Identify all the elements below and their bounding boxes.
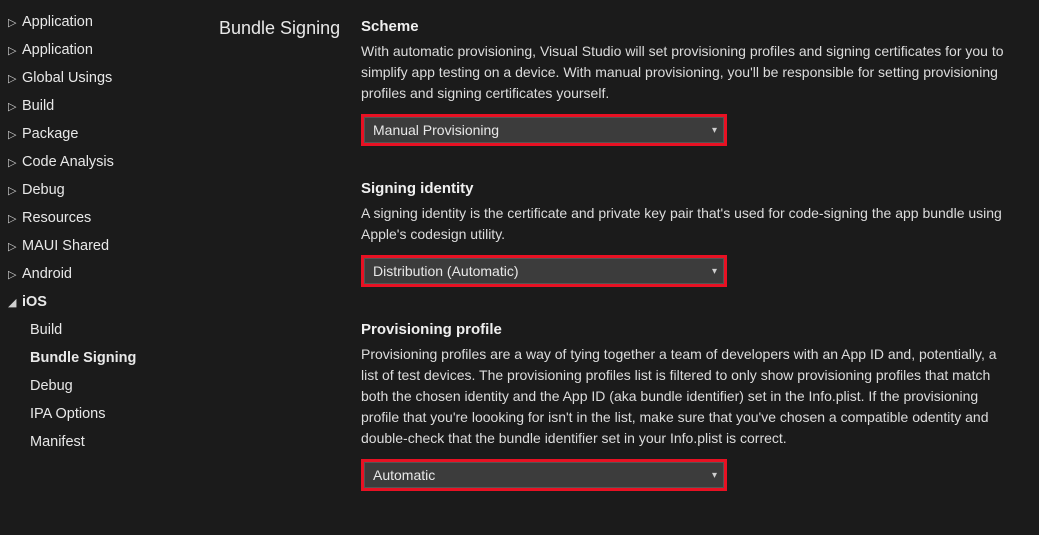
chevron-right-icon: ▷ xyxy=(8,100,22,113)
sidebar-item-resources[interactable]: ▷ Resources xyxy=(0,204,205,232)
sidebar: ▷ Application ▷ Application ▷ Global Usi… xyxy=(0,0,205,535)
profile-field-group: Provisioning profile Provisioning profil… xyxy=(361,321,1009,491)
sidebar-item-label: Code Analysis xyxy=(22,154,114,170)
sidebar-item-label: Debug xyxy=(22,182,65,198)
scheme-select-value: Manual Provisioning xyxy=(373,122,499,138)
sidebar-item-label: iOS xyxy=(22,294,47,310)
scheme-description: With automatic provisioning, Visual Stud… xyxy=(361,41,1009,104)
sidebar-item-label: MAUI Shared xyxy=(22,238,109,254)
sidebar-item-code-analysis[interactable]: ▷ Code Analysis xyxy=(0,148,205,176)
profile-title: Provisioning profile xyxy=(361,321,1009,338)
identity-field-group: Signing identity A signing identity is t… xyxy=(361,180,1009,287)
sidebar-item-android[interactable]: ▷ Android xyxy=(0,260,205,288)
sidebar-item-debug[interactable]: ▷ Debug xyxy=(0,176,205,204)
profile-description: Provisioning profiles are a way of tying… xyxy=(361,344,1009,449)
sidebar-item-application-1[interactable]: ▷ Application xyxy=(0,8,205,36)
sidebar-item-label: Application xyxy=(22,14,93,30)
caret-down-icon: ▾ xyxy=(712,266,717,277)
identity-highlight: Distribution (Automatic) ▾ xyxy=(361,255,727,287)
scheme-highlight: Manual Provisioning ▾ xyxy=(361,114,727,146)
sidebar-item-label: Bundle Signing xyxy=(30,350,136,366)
scheme-select[interactable]: Manual Provisioning ▾ xyxy=(364,117,724,143)
chevron-right-icon: ▷ xyxy=(8,156,22,169)
sidebar-item-ios-bundle-signing[interactable]: Bundle Signing xyxy=(0,344,205,372)
sidebar-item-global-usings[interactable]: ▷ Global Usings xyxy=(0,64,205,92)
profile-select[interactable]: Automatic ▾ xyxy=(364,462,724,488)
sidebar-item-ios-ipa-options[interactable]: IPA Options xyxy=(0,400,205,428)
sidebar-item-ios-manifest[interactable]: Manifest xyxy=(0,428,205,456)
sidebar-item-label: Resources xyxy=(22,210,91,226)
sidebar-item-label: Build xyxy=(30,322,62,338)
profile-select-value: Automatic xyxy=(373,467,435,483)
chevron-right-icon: ▷ xyxy=(8,128,22,141)
sidebar-item-label: Package xyxy=(22,126,78,142)
chevron-right-icon: ▷ xyxy=(8,16,22,29)
sidebar-item-ios-debug[interactable]: Debug xyxy=(0,372,205,400)
chevron-right-icon: ▷ xyxy=(8,184,22,197)
sidebar-item-label: Build xyxy=(22,98,54,114)
chevron-right-icon: ▷ xyxy=(8,212,22,225)
chevron-down-icon: ◢ xyxy=(8,296,22,309)
content-panel: Scheme With automatic provisioning, Visu… xyxy=(355,0,1039,535)
sidebar-item-package[interactable]: ▷ Package xyxy=(0,120,205,148)
identity-description: A signing identity is the certificate an… xyxy=(361,203,1009,245)
sidebar-item-label: Global Usings xyxy=(22,70,112,86)
sidebar-item-label: Manifest xyxy=(30,434,85,450)
sidebar-item-ios[interactable]: ◢ iOS xyxy=(0,288,205,316)
sidebar-item-application-2[interactable]: ▷ Application xyxy=(0,36,205,64)
scheme-title: Scheme xyxy=(361,18,1009,35)
sidebar-item-build[interactable]: ▷ Build xyxy=(0,92,205,120)
sidebar-item-label: Application xyxy=(22,42,93,58)
chevron-right-icon: ▷ xyxy=(8,72,22,85)
sidebar-item-maui-shared[interactable]: ▷ MAUI Shared xyxy=(0,232,205,260)
chevron-right-icon: ▷ xyxy=(8,44,22,57)
profile-highlight: Automatic ▾ xyxy=(361,459,727,491)
sidebar-item-label: IPA Options xyxy=(30,406,106,422)
sidebar-item-label: Debug xyxy=(30,378,73,394)
chevron-right-icon: ▷ xyxy=(8,240,22,253)
caret-down-icon: ▾ xyxy=(712,470,717,481)
scheme-field-group: Scheme With automatic provisioning, Visu… xyxy=(361,18,1009,146)
caret-down-icon: ▾ xyxy=(712,125,717,136)
section-title: Bundle Signing xyxy=(205,0,355,535)
identity-select[interactable]: Distribution (Automatic) ▾ xyxy=(364,258,724,284)
identity-select-value: Distribution (Automatic) xyxy=(373,263,519,279)
sidebar-item-ios-build[interactable]: Build xyxy=(0,316,205,344)
chevron-right-icon: ▷ xyxy=(8,268,22,281)
sidebar-item-label: Android xyxy=(22,266,72,282)
identity-title: Signing identity xyxy=(361,180,1009,197)
